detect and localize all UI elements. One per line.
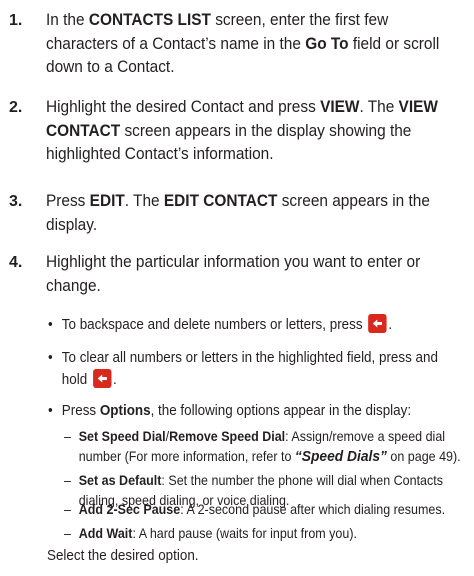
step-number: 4. xyxy=(9,254,23,271)
back-key-icon xyxy=(92,368,112,388)
text-run: Press xyxy=(46,192,90,210)
step-text: Press EDIT. The EDIT CONTACT screen appe… xyxy=(46,190,441,237)
bullet-text: To clear all numbers or letters in the h… xyxy=(62,348,458,391)
bullet-dot: • xyxy=(48,317,53,333)
emphasis-term: EDIT CONTACT xyxy=(163,192,278,210)
back-key-icon xyxy=(368,314,387,334)
step-number: 2. xyxy=(9,99,23,116)
text-run: . xyxy=(388,317,393,333)
text-run: : A hard pause (waits for input from you… xyxy=(132,526,357,541)
option-dash: – xyxy=(64,429,71,444)
step-text: Highlight the desired Contact and press … xyxy=(46,96,441,167)
step-text: Highlight the particular information you… xyxy=(46,251,441,298)
text-run: To clear all numbers or letters in the h… xyxy=(61,350,438,388)
text-run: , the following options appear in the di… xyxy=(150,403,412,419)
option-text: Add Wait: A hard pause (waits for input … xyxy=(79,524,470,544)
emphasis-term: Set Speed Dial xyxy=(78,429,166,444)
option-dash: – xyxy=(64,473,71,488)
text-run: on page 49). xyxy=(386,449,461,464)
emphasis-term: Add 2-Sec Pause xyxy=(78,502,181,517)
emphasis-term: VIEW xyxy=(320,98,360,116)
manual-page: 1. In the CONTACTS LIST screen, enter th… xyxy=(0,0,474,576)
option-dash: – xyxy=(64,526,71,541)
text-run: Highlight the desired Contact and press xyxy=(46,98,321,116)
cross-reference: “Speed Dials” xyxy=(294,448,387,465)
bullet-dot: • xyxy=(48,403,53,419)
step-number: 3. xyxy=(9,193,23,210)
bullet-text: Press Options, the following options app… xyxy=(62,401,458,423)
emphasis-term: Add Wait xyxy=(78,526,133,541)
option-text: Set Speed Dial/Remove Speed Dial: Assign… xyxy=(79,427,470,467)
emphasis-term: Go To xyxy=(305,34,349,53)
emphasis-term: Options xyxy=(99,403,151,419)
text-run: . The xyxy=(359,98,399,116)
closing-instruction: Select the desired option. xyxy=(47,548,199,564)
emphasis-term: Remove Speed Dial xyxy=(169,429,286,444)
option-text: Add 2-Sec Pause: A 2-second pause after … xyxy=(79,500,470,520)
emphasis-term: CONTACTS LIST xyxy=(88,11,211,29)
text-run: Press xyxy=(61,403,100,419)
option-dash: – xyxy=(64,502,71,517)
emphasis-term: Set as Default xyxy=(78,473,162,488)
text-run: . xyxy=(113,371,117,388)
text-run: : A 2-second pause after which dialing r… xyxy=(180,502,446,517)
text-run: To backspace and delete numbers or lette… xyxy=(61,317,367,333)
text-run: In the xyxy=(46,11,89,29)
emphasis-term: EDIT xyxy=(89,192,125,210)
text-run: . The xyxy=(124,192,164,210)
step-number: 1. xyxy=(9,12,23,29)
bullet-dot: • xyxy=(48,350,53,366)
text-run: Highlight the particular information you… xyxy=(46,253,421,295)
bullet-text: To backspace and delete numbers or lette… xyxy=(61,314,458,337)
step-text: In the CONTACTS LIST screen, enter the f… xyxy=(46,9,441,80)
